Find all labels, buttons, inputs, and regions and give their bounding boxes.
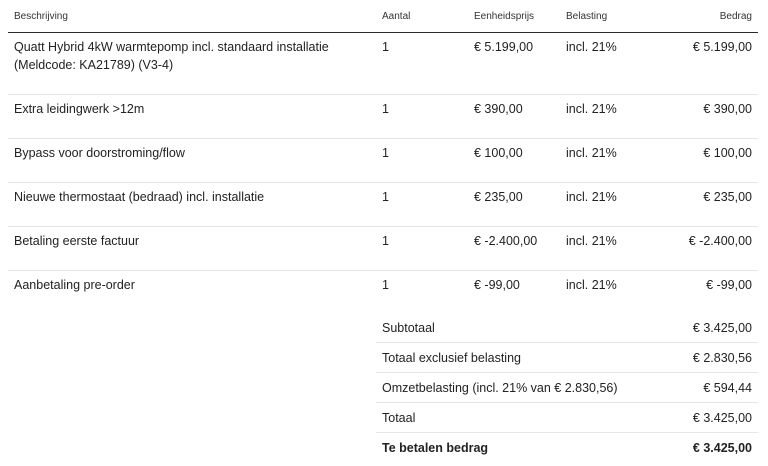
vat-row: Omzetbelasting (incl. 21% van € 2.830,56…	[376, 372, 758, 403]
header-tax: Belasting	[560, 0, 660, 33]
cell-unit-price: € -99,00	[474, 278, 520, 292]
amount-due-row: Te betalen bedrag € 3.425,00	[376, 433, 758, 463]
subtotal-label: Subtotaal	[376, 313, 648, 343]
total-excl-tax-label: Totaal exclusief belasting	[376, 342, 648, 373]
cell-tax: incl. 21%	[566, 278, 617, 292]
line-items-table: Beschrijving Aantal Eenheidsprijs Belast…	[8, 0, 758, 315]
cell-unit-price: € 5.199,00	[468, 32, 560, 95]
cell-tax: incl. 21%	[560, 138, 660, 183]
total-excl-tax-value: € 2.830,56	[648, 342, 758, 373]
vat-value: € 594,44	[648, 372, 758, 403]
header-quantity: Aantal	[376, 0, 468, 33]
total-label: Totaal	[376, 402, 648, 433]
cell-description: Betaling eerste factuur	[8, 226, 376, 271]
total-value: € 3.425,00	[648, 402, 758, 433]
cell-description: Extra leidingwerk >12m	[8, 94, 376, 139]
cell-amount: € 100,00	[660, 138, 758, 183]
cell-amount: € 5.199,00	[660, 32, 758, 95]
cell-quantity: 1	[376, 226, 468, 271]
table-row: Quatt Hybrid 4kW warmtepomp incl. standa…	[8, 32, 758, 95]
header-amount: Bedrag	[660, 0, 758, 33]
cell-quantity: 1	[376, 182, 468, 227]
cell-description: Bypass voor doorstroming/flow	[8, 138, 376, 183]
table-row: Aanbetaling pre-order 1 € -99,00 incl. 2…	[8, 271, 758, 315]
amount-due-label: Te betalen bedrag	[382, 440, 489, 455]
cell-quantity: 1	[376, 138, 468, 183]
cell-description: Quatt Hybrid 4kW warmtepomp incl. standa…	[8, 32, 376, 95]
header-unit-price: Eenheidsprijs	[468, 0, 560, 33]
amount-due-value: € 3.425,00	[692, 440, 752, 455]
cell-tax: incl. 21%	[560, 94, 660, 139]
cell-quantity: 1	[376, 32, 468, 95]
header-description: Beschrijving	[8, 0, 376, 33]
cell-quantity: 1	[382, 278, 389, 292]
cell-amount: € 390,00	[660, 94, 758, 139]
table-row: Bypass voor doorstroming/flow 1 € 100,00…	[8, 138, 758, 183]
cell-tax: incl. 21%	[560, 32, 660, 95]
cell-description: Nieuwe thermostaat (bedraad) incl. insta…	[8, 182, 376, 227]
cell-unit-price: € -2.400,00	[468, 226, 560, 271]
vat-label: Omzetbelasting (incl. 21% van € 2.830,56…	[376, 372, 648, 403]
cell-unit-price: € 100,00	[468, 138, 560, 183]
cell-quantity: 1	[376, 94, 468, 139]
cell-unit-price: € 390,00	[468, 94, 560, 139]
cell-amount: € 235,00	[660, 182, 758, 227]
cell-amount: € -2.400,00	[660, 226, 758, 271]
table-row: Extra leidingwerk >12m 1 € 390,00 incl. …	[8, 94, 758, 139]
cell-tax: incl. 21%	[560, 182, 660, 227]
cell-amount: € -99,00	[706, 278, 752, 292]
table-row: Nieuwe thermostaat (bedraad) incl. insta…	[8, 182, 758, 227]
cell-tax: incl. 21%	[560, 226, 660, 271]
total-excl-tax-row: Totaal exclusief belasting € 2.830,56	[376, 342, 758, 373]
total-row: Totaal € 3.425,00	[376, 402, 758, 433]
cell-description: Aanbetaling pre-order	[14, 278, 135, 292]
totals-table: Subtotaal € 3.425,00 Totaal exclusief be…	[376, 313, 758, 462]
table-row: Betaling eerste factuur 1 € -2.400,00 in…	[8, 226, 758, 271]
cell-unit-price: € 235,00	[468, 182, 560, 227]
invoice-line-items: Beschrijving Aantal Eenheidsprijs Belast…	[0, 0, 768, 466]
subtotal-value: € 3.425,00	[648, 313, 758, 343]
table-header-row: Beschrijving Aantal Eenheidsprijs Belast…	[8, 0, 758, 33]
subtotal-row: Subtotaal € 3.425,00	[376, 313, 758, 343]
